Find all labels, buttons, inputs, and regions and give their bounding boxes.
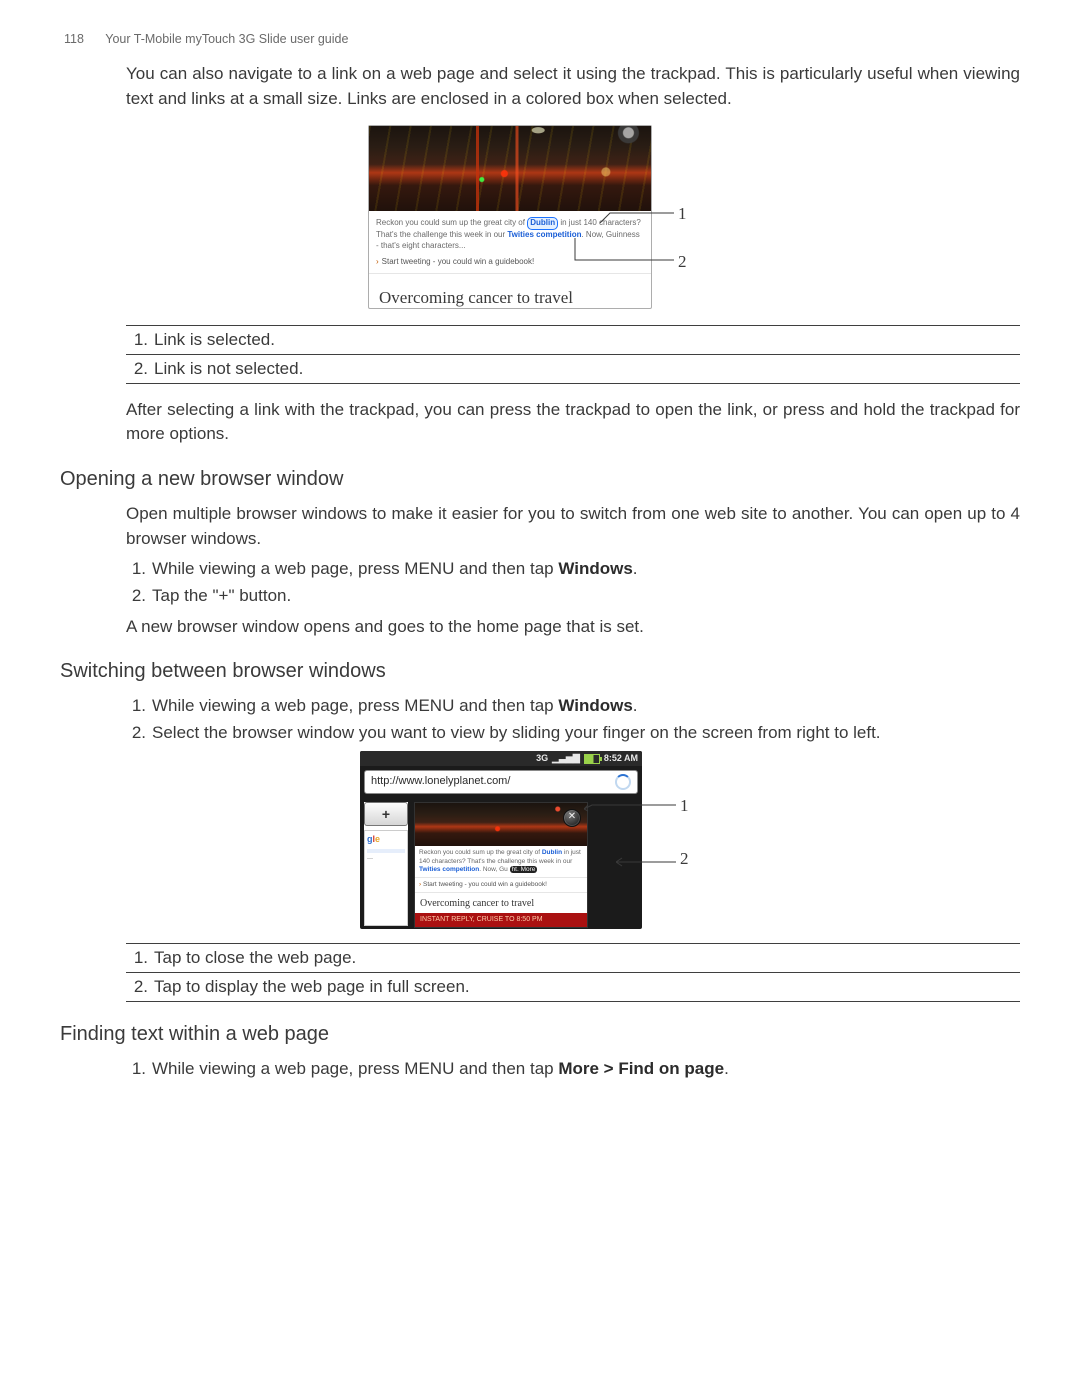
window-thumb-right[interactable]: ✕ Reckon you could sum up the great city…	[414, 802, 588, 928]
heading-open-window: Opening a new browser window	[60, 465, 1020, 494]
url-text: http://www.lonelyplanet.com/	[371, 774, 510, 790]
callout-number-1: 1	[680, 794, 689, 819]
step-text-part: While viewing a web page, press MENU and…	[152, 1059, 558, 1078]
step-text-bold: More > Find on page	[558, 1059, 724, 1078]
step-text: Select the browser window you want to vi…	[152, 721, 1020, 746]
placeholder-line: —	[365, 855, 407, 864]
step-text-part: While viewing a web page, press MENU and…	[152, 559, 558, 578]
caption-row: 2. Tap to display the web page in full s…	[126, 972, 1020, 1002]
add-window-button[interactable]: +	[364, 802, 408, 826]
step-number: 2.	[126, 721, 146, 746]
statusbar: 3G ▁▃▅▇ 8:52 AM	[360, 751, 642, 766]
content: You can also navigate to a link on a web…	[126, 62, 1020, 1081]
url-bar[interactable]: http://www.lonelyplanet.com/	[364, 770, 638, 794]
after-figure-paragraph: After selecting a link with the trackpad…	[126, 398, 1020, 447]
network-icon: 3G	[536, 752, 548, 765]
step-text-part: .	[633, 559, 638, 578]
callout-leader-1	[584, 803, 676, 813]
list-item: 1. While viewing a web page, press MENU …	[126, 694, 1020, 719]
sec1-outro: A new browser window opens and goes to t…	[126, 615, 1020, 640]
figure2-captions: 1. Tap to close the web page. 2. Tap to …	[126, 943, 1020, 1001]
step-number: 1.	[126, 1057, 146, 1082]
caption-number: 2.	[126, 975, 148, 1000]
selected-link[interactable]: Dublin	[527, 217, 558, 230]
signal-bars-icon: ▁▃▅▇	[552, 752, 580, 765]
list-item: 1. While viewing a web page, press MENU …	[126, 1057, 1020, 1082]
subline-text: Start tweeting - you could win a guidebo…	[382, 257, 535, 266]
loading-spinner-icon	[615, 774, 631, 790]
step-number: 1.	[126, 557, 146, 582]
caption-row: 1. Tap to close the web page.	[126, 943, 1020, 972]
page: 118 Your T-Mobile myTouch 3G Slide user …	[0, 0, 1080, 1397]
step-number: 2.	[126, 584, 146, 609]
window-thumb-left[interactable]: + gle —	[364, 802, 408, 926]
step-text-bold: Windows	[558, 559, 632, 578]
list-item: 1. While viewing a web page, press MENU …	[126, 557, 1020, 582]
heading-switch-windows: Switching between browser windows	[60, 657, 1020, 686]
step-text: While viewing a web page, press MENU and…	[152, 1057, 1020, 1082]
caption-number: 1.	[126, 946, 148, 971]
page-header: 118 Your T-Mobile myTouch 3G Slide user …	[64, 30, 1020, 48]
step-text: Tap the "+" button.	[152, 584, 1020, 609]
window-thumbnails: + gle — ✕ Reckon you could sum up the gr…	[360, 798, 642, 929]
caption-text: Link is selected.	[154, 328, 275, 353]
sec1-intro: Open multiple browser windows to make it…	[126, 502, 1020, 551]
snippet-text: Reckon you could sum up the great city o…	[419, 849, 542, 856]
subline-text: Start tweeting - you could win a guidebo…	[423, 881, 547, 888]
more-badge: ht. More	[510, 866, 538, 873]
callout-number-2: 2	[678, 250, 687, 275]
snippet-text: . Now, Gu	[479, 866, 508, 873]
step-text-part: .	[724, 1059, 729, 1078]
chevron-icon: ›	[376, 257, 379, 266]
caption-number: 1.	[126, 328, 148, 353]
hero-photo	[415, 803, 587, 846]
selected-link: Dublin	[542, 849, 562, 856]
step-text-part: While viewing a web page, press MENU and…	[152, 696, 558, 715]
list-item: 2. Select the browser window you want to…	[126, 721, 1020, 746]
article-subline: › Start tweeting - you could win a guide…	[415, 878, 587, 892]
step-text: While viewing a web page, press MENU and…	[152, 557, 1020, 582]
intro-paragraph: You can also navigate to a link on a web…	[126, 62, 1020, 111]
page-footer-strip: INSTANT REPLY, CRUISE TO 8:50 PM	[415, 913, 587, 927]
hero-photo	[369, 126, 651, 211]
step-text-bold: Windows	[558, 696, 632, 715]
guide-title: Your T-Mobile myTouch 3G Slide user guid…	[105, 32, 348, 46]
placeholder-line	[367, 849, 405, 853]
caption-number: 2.	[126, 357, 148, 382]
caption-row: 2. Link is not selected.	[126, 354, 1020, 384]
article-snippet: Reckon you could sum up the great city o…	[415, 846, 587, 878]
figure-link-selection: Reckon you could sum up the great city o…	[126, 125, 1020, 315]
figure1-captions: 1. Link is selected. 2. Link is not sele…	[126, 325, 1020, 383]
list-item: 2. Tap the "+" button.	[126, 584, 1020, 609]
callout-leader-2	[574, 238, 674, 262]
figure-browser-windows: 3G ▁▃▅▇ 8:52 AM http://www.lonelyplanet.…	[126, 751, 1020, 937]
unselected-link[interactable]: Twities competition	[507, 230, 581, 239]
caption-text: Link is not selected.	[154, 357, 303, 382]
window-preview[interactable]: gle —	[364, 830, 408, 926]
phone-screenshot: 3G ▁▃▅▇ 8:52 AM http://www.lonelyplanet.…	[360, 751, 642, 929]
unselected-link: Twities competition	[419, 866, 479, 873]
site-logo: gle	[365, 831, 407, 846]
step-text: While viewing a web page, press MENU and…	[152, 694, 1020, 719]
battery-icon	[584, 754, 600, 764]
callout-leader-2	[616, 857, 676, 867]
callout-number-2: 2	[680, 847, 689, 872]
page-number: 118	[64, 30, 102, 48]
caption-text: Tap to display the web page in full scre…	[154, 975, 470, 1000]
snippet-text: Reckon you could sum up the great city o…	[376, 218, 527, 227]
status-time: 8:52 AM	[604, 752, 638, 765]
caption-text: Tap to close the web page.	[154, 946, 356, 971]
article-headline: Overcoming cancer to travel	[369, 274, 651, 323]
heading-find-text: Finding text within a web page	[60, 1020, 1020, 1049]
step-number: 1.	[126, 694, 146, 719]
step-text-part: .	[633, 696, 638, 715]
callout-number-1: 1	[678, 202, 687, 227]
caption-row: 1. Link is selected.	[126, 325, 1020, 354]
callout-leader-1	[600, 211, 674, 225]
article-headline: Overcoming cancer to travel	[415, 893, 587, 914]
